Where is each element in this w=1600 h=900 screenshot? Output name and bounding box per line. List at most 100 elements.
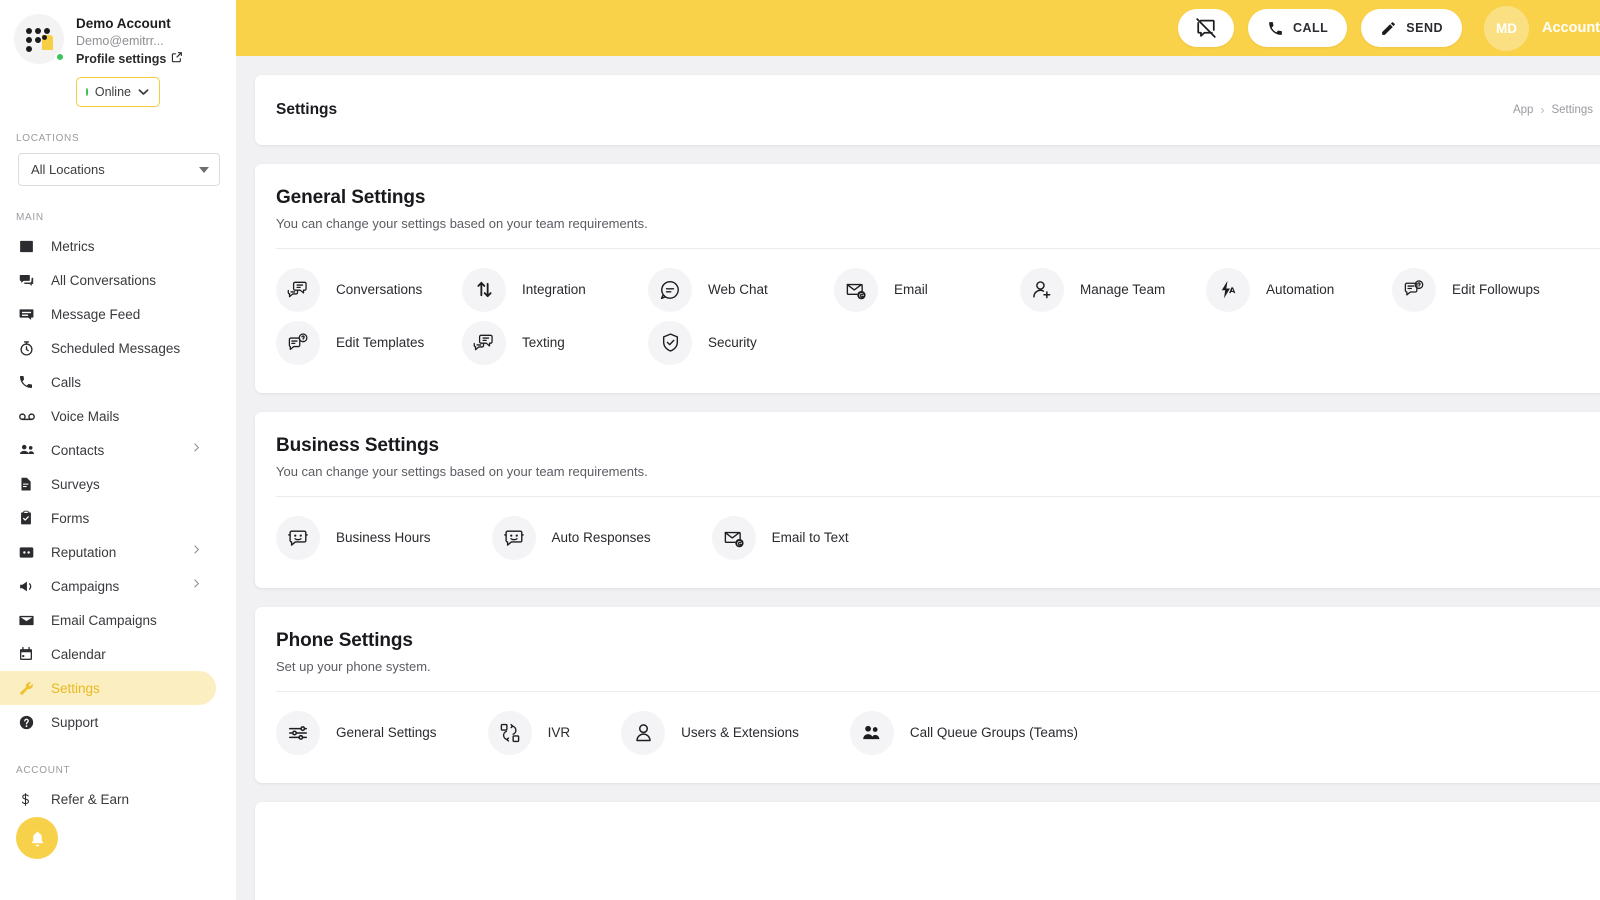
locations-section-label: LOCATIONS (0, 133, 236, 144)
settings-tile-security[interactable]: Security (635, 316, 821, 369)
email-at-icon (712, 516, 756, 560)
settings-tile-users--extensions[interactable]: Users & Extensions (608, 706, 837, 759)
template-question-icon (276, 321, 320, 365)
account-menu-label: Account (1529, 20, 1600, 36)
sidebar-item-campaigns[interactable]: Campaigns (0, 569, 216, 603)
breadcrumb-item-app[interactable]: App (1513, 104, 1533, 116)
settings-tile-label: General Settings (320, 725, 437, 740)
settings-tile-conversations[interactable]: Conversations (263, 263, 449, 316)
sidebar-item-reputation[interactable]: Reputation (0, 535, 216, 569)
main-section-label: MAIN (0, 212, 236, 223)
settings-tile-email-to-text[interactable]: Email to Text (699, 511, 897, 564)
account-avatar: MD (1484, 6, 1529, 51)
envelope-icon (18, 612, 40, 629)
sidebar-item-label: Calls (40, 375, 81, 390)
settings-tile-business-hours[interactable]: Business Hours (263, 511, 479, 564)
page-title: Settings (276, 101, 337, 119)
settings-tile-label: Web Chat (692, 282, 768, 297)
send-button[interactable]: SEND (1361, 9, 1462, 47)
settings-scroll-area[interactable]: Settings App › Settings › General Settin… (236, 56, 1600, 900)
call-button[interactable]: CALL (1248, 9, 1347, 47)
chat-question-icon (1392, 268, 1436, 312)
avatar[interactable] (14, 14, 64, 64)
sidebar-item-calendar[interactable]: Calendar (0, 637, 216, 671)
sidebar-item-metrics[interactable]: Metrics (0, 229, 216, 263)
settings-tile-call-queue-groups-teams[interactable]: Call Queue Groups (Teams) (837, 706, 1116, 759)
settings-tile-manage-team[interactable]: Manage Team (1007, 263, 1193, 316)
sidebar-item-settings[interactable]: Settings (0, 671, 216, 705)
sidebar-nav-main: Metrics All Conversations Message Feed Sche… (0, 229, 236, 739)
settings-tile-label: Email to Text (756, 530, 849, 545)
settings-tile-label: Automation (1250, 282, 1334, 297)
flow-nodes-icon (488, 711, 532, 755)
sidebar-item-refer-earn[interactable]: Refer & Earn (0, 782, 216, 816)
settings-tile-label: Auto Responses (536, 530, 651, 545)
section-subtitle: You can change your settings based on yo… (276, 464, 1600, 479)
sidebar-item-label: Message Feed (40, 307, 140, 322)
status-label: Online (95, 85, 131, 99)
sidebar-item-label: All Conversations (40, 273, 156, 288)
sidebar-item-label: Forms (40, 511, 89, 526)
sidebar-item-label: Refer & Earn (40, 792, 129, 807)
sidebar-item-label: Reputation (40, 545, 116, 560)
sidebar-item-calls[interactable]: Calls (0, 365, 216, 399)
settings-tile-edit-followups[interactable]: Edit Followups (1379, 263, 1565, 316)
settings-tile-email[interactable]: Email (821, 263, 1007, 316)
dollar-icon (18, 792, 40, 807)
settings-tile-texting[interactable]: Texting (449, 316, 635, 369)
calendar-icon (18, 646, 40, 662)
sidebar-nav-account: Refer & Earn (0, 782, 236, 816)
sidebar-item-scheduled-messages[interactable]: Scheduled Messages (0, 331, 216, 365)
settings-tile-auto-responses[interactable]: Auto Responses (479, 511, 699, 564)
phone-icon (1267, 20, 1284, 37)
settings-tile-web-chat[interactable]: Web Chat (635, 263, 821, 316)
location-select[interactable]: All Locations (18, 153, 220, 186)
settings-tile-label: Edit Templates (320, 335, 424, 350)
sidebar-item-support[interactable]: Support (0, 705, 216, 739)
section-tiles: Conversations Integration Web Chat Email Man… (255, 249, 1600, 393)
mute-chat-button[interactable] (1178, 9, 1234, 47)
status-dot-icon (86, 88, 88, 96)
sidebar-item-label: Contacts (40, 443, 104, 458)
chevron-right-icon (190, 441, 216, 459)
shield-check-icon (648, 321, 692, 365)
sidebar-item-message-feed[interactable]: Message Feed (0, 297, 216, 331)
sidebar-item-contacts[interactable]: Contacts (0, 433, 216, 467)
sidebar-item-forms[interactable]: Forms (0, 501, 216, 535)
profile-settings-label: Profile settings (76, 50, 166, 68)
sidebar-item-label: Metrics (40, 239, 95, 254)
breadcrumb-item-settings[interactable]: Settings (1551, 104, 1593, 116)
profile-email: Demo@emitrr... (76, 32, 183, 50)
section-tiles: Business Hours Auto Responses Email to Tex… (255, 497, 1600, 588)
settings-tile-label: Manage Team (1064, 282, 1165, 297)
pencil-icon (1380, 20, 1397, 37)
sidebar-item-label: Scheduled Messages (40, 341, 180, 356)
email-at-icon (834, 268, 878, 312)
settings-tile-label: Business Hours (320, 530, 431, 545)
chat-bubbles-icon (462, 321, 506, 365)
sidebar-item-email-campaigns[interactable]: Email Campaigns (0, 603, 216, 637)
sidebar-item-surveys[interactable]: Surveys (0, 467, 216, 501)
settings-section-card-general-settings: General SettingsYou can change your sett… (255, 164, 1600, 393)
settings-tile-label: Call Queue Groups (Teams) (894, 725, 1078, 740)
sidebar-item-all-conversations[interactable]: All Conversations (0, 263, 216, 297)
account-menu[interactable]: MD Account (1484, 6, 1600, 51)
settings-tile-edit-templates[interactable]: Edit Templates (263, 316, 449, 369)
notifications-fab-button[interactable] (16, 817, 58, 859)
status-dropdown[interactable]: Online (76, 77, 160, 107)
topbar: CALL SEND MD Account (236, 0, 1600, 56)
profile-settings-link[interactable]: Profile settings (76, 50, 183, 68)
settings-section-card-partial (255, 802, 1600, 900)
settings-tile-label: Texting (506, 335, 565, 350)
settings-tile-integration[interactable]: Integration (449, 263, 635, 316)
chevron-down-icon (138, 83, 149, 101)
settings-tile-automation[interactable]: Automation (1193, 263, 1379, 316)
sidebar-item-voice-mails[interactable]: Voice Mails (0, 399, 216, 433)
reputation-icon (18, 544, 40, 561)
settings-tile-label: Conversations (320, 282, 422, 297)
location-select-value: All Locations (31, 162, 105, 177)
settings-tile-general-settings[interactable]: General Settings (263, 706, 475, 759)
bolt-a-icon (1206, 268, 1250, 312)
voicemail-icon (18, 407, 40, 425)
settings-tile-ivr[interactable]: IVR (475, 706, 609, 759)
